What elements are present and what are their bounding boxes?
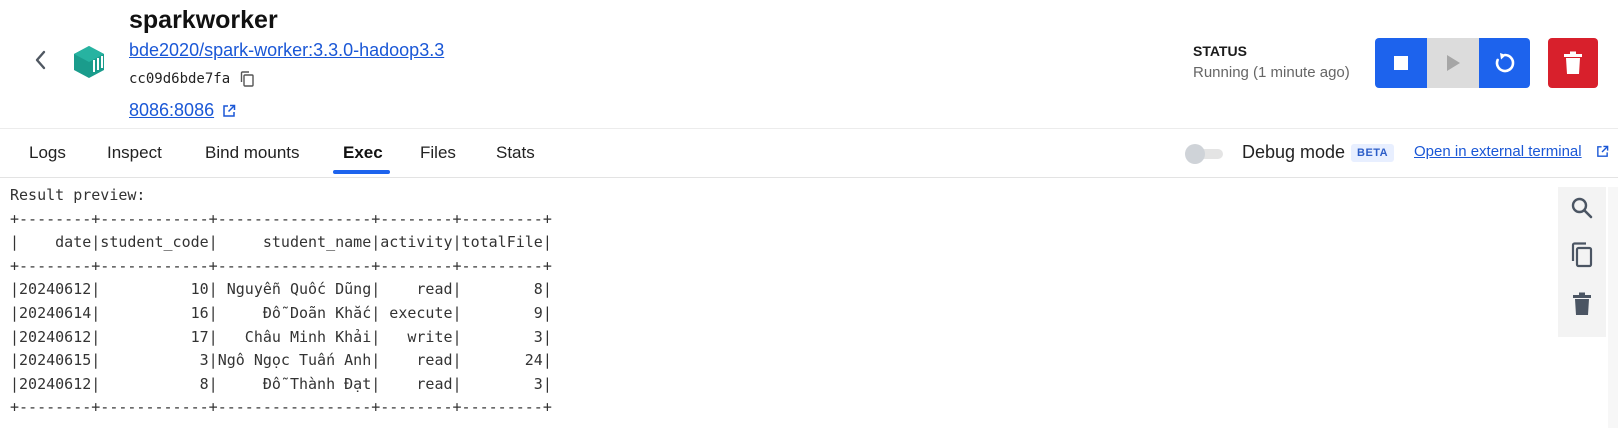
open-external-terminal-link[interactable]: Open in external terminal bbox=[1414, 143, 1582, 160]
port-link[interactable]: 8086:8086 bbox=[129, 100, 214, 121]
container-icon bbox=[74, 46, 104, 78]
terminal-line: |20240612| 8| Đỗ Thành Đạt| read| 3| bbox=[10, 374, 552, 393]
terminal-line: |20240612| 10| Nguyễn Quốc Dũng| read| 8… bbox=[10, 280, 552, 299]
terminal-line: +--------+------------+-----------------… bbox=[10, 209, 552, 228]
tab-stats[interactable]: Stats bbox=[496, 143, 535, 163]
active-tab-indicator bbox=[333, 170, 390, 174]
restart-button[interactable] bbox=[1479, 38, 1530, 88]
copy-id-button[interactable] bbox=[240, 71, 254, 87]
terminal-scrollbar[interactable] bbox=[1608, 187, 1618, 428]
container-name: sparkworker bbox=[129, 6, 278, 34]
terminal-text: Result preview: +--------+------------+-… bbox=[10, 184, 552, 420]
container-header: sparkworker bde2020/spark-worker:3.3.0-h… bbox=[0, 0, 1618, 128]
tab-exec[interactable]: Exec bbox=[343, 143, 383, 163]
terminal-line: |20240612| 17| Châu Minh Khải| write| 3| bbox=[10, 327, 552, 346]
stop-icon bbox=[1394, 56, 1408, 70]
terminal-line: +--------+------------+-----------------… bbox=[10, 398, 552, 417]
terminal-line: |20240615| 3|Ngô Ngọc Tuấn Anh| read| 24… bbox=[10, 351, 552, 370]
stop-button[interactable] bbox=[1375, 38, 1427, 88]
terminal-toolbar bbox=[1558, 187, 1606, 337]
chevron-left-icon bbox=[35, 50, 46, 70]
beta-badge: BETA bbox=[1351, 144, 1395, 162]
container-id: cc09d6bde7fa bbox=[129, 71, 231, 87]
debug-mode-toggle[interactable] bbox=[1185, 143, 1224, 164]
trash-icon bbox=[1564, 51, 1582, 74]
back-button[interactable] bbox=[28, 48, 52, 72]
delete-button[interactable] bbox=[1548, 38, 1598, 88]
trash-icon bbox=[1573, 292, 1591, 315]
copy-output-button[interactable] bbox=[1569, 242, 1595, 268]
search-icon bbox=[1571, 197, 1593, 219]
search-button[interactable] bbox=[1569, 195, 1595, 221]
terminal-output[interactable]: Result preview: +--------+------------+-… bbox=[0, 177, 1558, 428]
image-link[interactable]: bde2020/spark-worker:3.3.0-hadoop3.3 bbox=[129, 40, 444, 61]
restart-icon bbox=[1495, 53, 1514, 73]
tab-logs[interactable]: Logs bbox=[29, 143, 66, 163]
tab-bind-mounts[interactable]: Bind mounts bbox=[205, 143, 300, 163]
start-button[interactable] bbox=[1427, 38, 1479, 88]
clear-output-button[interactable] bbox=[1569, 291, 1595, 317]
external-link-icon[interactable] bbox=[222, 104, 236, 118]
debug-mode-label: Debug mode bbox=[1242, 142, 1346, 162]
play-icon bbox=[1447, 55, 1460, 71]
tab-inspect[interactable]: Inspect bbox=[107, 143, 162, 163]
status-value: Running (1 minute ago) bbox=[1193, 64, 1350, 81]
terminal-line: | date|student_code| student_name|activi… bbox=[10, 233, 552, 252]
external-link-icon[interactable] bbox=[1596, 145, 1609, 158]
terminal-line: |20240614| 16| Đỗ Doãn Khắc| execute| 9| bbox=[10, 303, 552, 322]
tab-files[interactable]: Files bbox=[420, 143, 456, 163]
terminal-line: Result preview: bbox=[10, 186, 146, 204]
toggle-knob bbox=[1185, 144, 1205, 164]
terminal-line: +--------+------------+-----------------… bbox=[10, 256, 552, 275]
tab-bar: Logs Inspect Bind mounts Exec Files Stat… bbox=[0, 128, 1618, 178]
copy-icon bbox=[1571, 242, 1593, 268]
status-label: STATUS bbox=[1193, 43, 1247, 59]
